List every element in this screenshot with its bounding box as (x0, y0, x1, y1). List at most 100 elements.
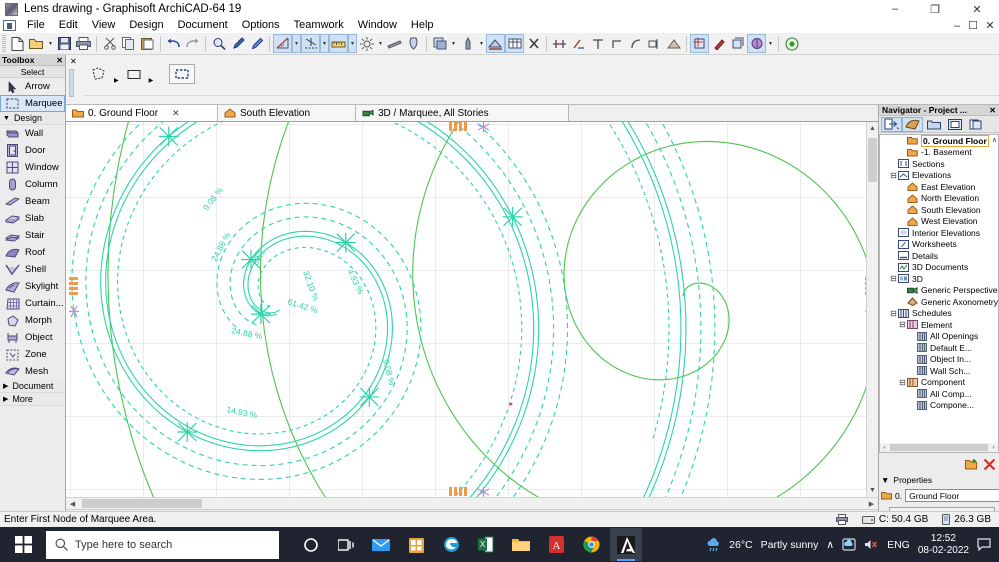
navigator-popup-icon[interactable] (881, 116, 902, 132)
toolbox-item-door[interactable]: Door (0, 142, 65, 159)
toolbox-item-skylight[interactable]: Skylight (0, 278, 65, 295)
intersect-icon[interactable] (588, 34, 607, 53)
tree-item-sections[interactable]: Sections (880, 158, 998, 170)
snap-guide-icon[interactable] (301, 34, 320, 53)
toolbox-item-object[interactable]: Object (0, 329, 65, 346)
3d-visualization-icon[interactable] (747, 34, 766, 53)
pen-set-icon[interactable] (458, 34, 477, 53)
save-file-icon[interactable] (55, 34, 74, 53)
measure-dropdown-icon[interactable]: ▾ (348, 34, 357, 53)
tree-expander-icon[interactable]: ⊟ (889, 274, 898, 283)
tree-item-schedules[interactable]: ⊟ Schedules (880, 308, 998, 320)
tree-item-3d[interactable]: ⊟ 3D (880, 273, 998, 285)
open-file-dropdown-icon[interactable]: ▾ (46, 34, 55, 53)
tree-item-compone[interactable]: Compone... (880, 400, 998, 412)
mdi-close-button[interactable]: ✕ (981, 18, 999, 33)
story-name-input[interactable] (905, 489, 999, 502)
tree-item-interior-elevations[interactable]: Interior Elevations (880, 227, 998, 239)
toolbox-item-slab[interactable]: Slab (0, 210, 65, 227)
tree-scroll-up-icon[interactable]: ∧ (992, 136, 997, 144)
undo-icon[interactable] (164, 34, 183, 53)
close-button[interactable]: ✕ (955, 0, 999, 18)
windows-start-icon[interactable] (0, 527, 46, 562)
layout-book-icon[interactable] (944, 117, 965, 132)
tree-item-1-basement[interactable]: -1. Basement (880, 147, 998, 159)
archicad-icon[interactable] (610, 528, 642, 561)
tree-item-elevations[interactable]: ⊟ Elevations (880, 170, 998, 182)
store-icon[interactable] (400, 528, 432, 561)
toolbox-item-column[interactable]: Column (0, 176, 65, 193)
gravity-icon[interactable] (385, 34, 404, 53)
toolbar-grip[interactable] (2, 34, 6, 53)
tray-expand-icon[interactable]: ∧ (826, 539, 834, 551)
mdi-restore-button[interactable]: ☐ (965, 18, 981, 33)
cut-icon[interactable] (100, 34, 119, 53)
volume-muted-icon[interactable] (864, 538, 879, 551)
menu-file[interactable]: File (20, 18, 52, 33)
toolbox-item-mesh[interactable]: Mesh (0, 363, 65, 380)
pick-up-params-icon[interactable] (228, 34, 247, 53)
new-folder-icon[interactable] (964, 457, 979, 471)
document-icon[interactable] (3, 20, 16, 31)
sun-dropdown-icon[interactable]: ▾ (376, 34, 385, 53)
tree-item-west-elevation[interactable]: West Elevation (880, 216, 998, 228)
open-file-icon[interactable] (27, 34, 46, 53)
tree-item-worksheets[interactable]: Worksheets (880, 239, 998, 251)
marquee-polygon-icon[interactable] (84, 62, 114, 86)
chrome-icon[interactable] (575, 528, 607, 561)
info-box-close-icon[interactable]: ✕ (70, 57, 77, 66)
tree-expander-icon[interactable]: ⊟ (898, 320, 907, 329)
scroll-right-icon[interactable]: ▶ (865, 498, 878, 509)
scroll-up-icon[interactable]: ▲ (867, 122, 878, 135)
redo-icon[interactable] (183, 34, 202, 53)
drawing-canvas[interactable]: 9.08 % 24.88 % 4.93 % 32.10 % 39... 61.42 % 24… (66, 122, 878, 497)
language-indicator[interactable]: ENG (887, 539, 910, 551)
toolbox-item-window[interactable]: Window (0, 159, 65, 176)
delete-x-icon[interactable] (982, 457, 997, 471)
pen-tool-icon[interactable] (404, 34, 423, 53)
menu-design[interactable]: Design (122, 18, 170, 33)
trim-icon[interactable] (550, 34, 569, 53)
3d-cutaway-icon[interactable] (690, 34, 709, 53)
tree-item-generic-axonometry[interactable]: Generic Axonometry (880, 296, 998, 308)
scroll-left-icon[interactable]: ◀ (66, 498, 79, 509)
marquee-thick-icon[interactable] (169, 64, 196, 84)
layers-icon[interactable] (430, 34, 449, 53)
tree-item-generic-perspective[interactable]: Generic Perspective (880, 285, 998, 297)
tab-ground-floor[interactable]: 0. Ground Floor ✕ (66, 105, 218, 121)
toolbox-item-marquee[interactable]: Marquee (0, 95, 65, 112)
toolbox-group-more[interactable]: ▶ More (0, 393, 65, 406)
pen-set-dropdown-icon[interactable]: ▾ (477, 34, 486, 53)
navigator-close-icon[interactable]: ✕ (989, 106, 996, 115)
mail-icon[interactable] (365, 528, 397, 561)
info-box-grip[interactable] (69, 69, 74, 97)
menu-options[interactable]: Options (235, 18, 287, 33)
adobe-reader-icon[interactable]: A (540, 528, 572, 561)
graphic-override-icon[interactable] (524, 34, 543, 53)
tree-expander-icon[interactable]: ⊟ (889, 309, 898, 318)
tab-close-icon[interactable]: ✕ (172, 108, 180, 119)
menu-view[interactable]: View (85, 18, 123, 33)
solid-operations-icon[interactable] (664, 34, 683, 53)
tree-item-element[interactable]: ⊟ Element (880, 319, 998, 331)
find-select-icon[interactable] (209, 34, 228, 53)
toolbox-item-zone[interactable]: Zone (0, 346, 65, 363)
tree-item-east-elevation[interactable]: East Elevation (880, 181, 998, 193)
tree-scroll-right-icon[interactable]: › (989, 445, 998, 451)
menu-help[interactable]: Help (404, 18, 441, 33)
toolbox-close-icon[interactable]: ✕ (56, 56, 63, 65)
task-view-icon[interactable] (330, 528, 362, 561)
vertical-scroll-thumb[interactable] (868, 138, 877, 182)
marquee-rectangle-dropdown-icon[interactable]: ▶ (149, 77, 154, 84)
adjust-icon[interactable] (569, 34, 588, 53)
toolbox-item-arrow[interactable]: Arrow (0, 78, 65, 95)
horizontal-scroll-thumb[interactable] (82, 499, 202, 508)
toolbox-group-document[interactable]: ▶ Document (0, 380, 65, 393)
view-map-icon[interactable] (923, 117, 944, 132)
copy-icon[interactable] (119, 34, 138, 53)
measure-icon[interactable] (329, 34, 348, 53)
3d-visualization-dropdown-icon[interactable]: ▾ (766, 34, 775, 53)
cortana-icon[interactable] (295, 528, 327, 561)
3d-style-icon[interactable] (709, 34, 728, 53)
publisher-sets-icon[interactable] (965, 117, 986, 132)
